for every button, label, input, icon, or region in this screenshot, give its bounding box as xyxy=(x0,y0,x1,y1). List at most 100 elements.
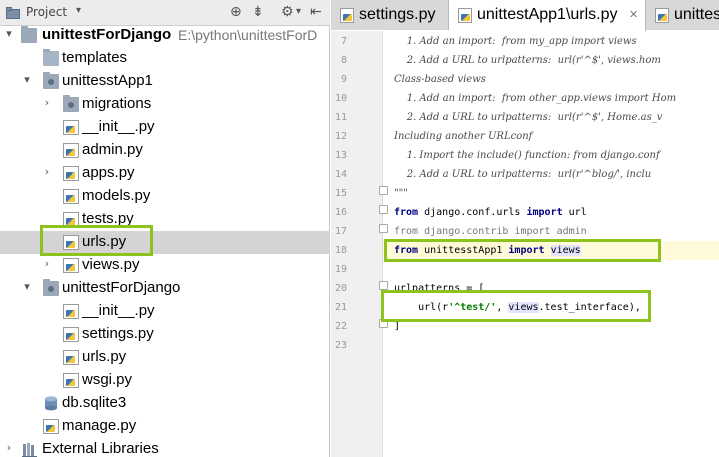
python-file-icon xyxy=(43,419,59,434)
tree-item-unittestfordjango-package[interactable]: ▾ unittestForDjango xyxy=(0,277,330,300)
collapse-all-icon[interactable]: ⇟ xyxy=(252,4,264,20)
project-panel-title[interactable]: Project xyxy=(26,5,67,19)
module-name: django.conf.urls xyxy=(418,207,527,218)
tree-item-label: unittesstApp1 xyxy=(62,72,153,89)
import-name: url xyxy=(562,207,587,218)
tree-item-label: __init__.py xyxy=(82,302,155,319)
highlight-box-url-pattern xyxy=(381,290,651,322)
chevron-down-icon[interactable]: ▾ xyxy=(21,280,33,293)
code-line-8[interactable]: 2. Add a URL to urlpatterns: url(r'^$', … xyxy=(394,51,661,70)
tree-item-views[interactable]: › views.py xyxy=(0,254,330,277)
tree-item-admin[interactable]: admin.py xyxy=(0,139,330,162)
import-name: admin xyxy=(550,226,587,237)
line-number: 12 xyxy=(334,131,347,142)
chevron-right-icon[interactable]: › xyxy=(41,96,53,109)
tab-unittestapp1-urls-py[interactable]: unittestApp1\urls.py ✕ xyxy=(449,0,646,31)
package-folder-icon xyxy=(43,279,59,296)
python-file-icon xyxy=(63,189,79,204)
tree-item-label: __init__.py xyxy=(82,118,155,135)
python-file-icon xyxy=(63,166,79,181)
tree-item-apps[interactable]: › apps.py xyxy=(0,162,330,185)
tree-item-wsgi[interactable]: wsgi.py xyxy=(0,369,330,392)
chevron-right-icon[interactable]: › xyxy=(41,257,53,270)
keyword: from xyxy=(394,207,419,218)
tree-item-label: migrations xyxy=(82,95,152,112)
code-line-12[interactable]: Including another URLconf xyxy=(394,127,532,146)
line-number: 9 xyxy=(340,74,347,85)
tree-item-settings[interactable]: settings.py xyxy=(0,323,330,346)
python-file-icon xyxy=(63,350,79,365)
tree-item-templates[interactable]: templates xyxy=(0,47,330,70)
database-icon xyxy=(45,396,57,411)
fold-marker-icon[interactable] xyxy=(379,281,388,290)
keyword: from xyxy=(394,226,419,237)
line-number: 19 xyxy=(334,264,347,275)
code-line-7[interactable]: 1. Add an import: from my_app import vie… xyxy=(394,32,637,51)
python-file-icon xyxy=(63,258,79,273)
line-number: 18 xyxy=(334,245,347,256)
keyword: import xyxy=(526,207,563,218)
line-number: 11 xyxy=(334,112,347,123)
code-line-14[interactable]: 2. Add a URL to urlpatterns: url(r'^blog… xyxy=(394,165,652,184)
tab-unittest[interactable]: unittest xyxy=(646,0,719,30)
tree-item-label: urls.py xyxy=(82,348,127,365)
python-file-icon xyxy=(63,327,79,342)
line-number: 23 xyxy=(334,340,347,351)
tree-item-models[interactable]: models.py xyxy=(0,185,330,208)
settings-dropdown-icon[interactable]: ▾ xyxy=(296,4,301,20)
fold-marker-icon[interactable] xyxy=(379,186,388,195)
tree-item-db-sqlite3[interactable]: db.sqlite3 xyxy=(0,392,330,415)
close-tab-icon[interactable]: ✕ xyxy=(629,8,638,21)
python-file-icon xyxy=(63,120,79,135)
editor-tab-bar: settings.py unittestApp1\urls.py ✕ unitt… xyxy=(331,0,719,31)
line-number: 7 xyxy=(340,36,347,47)
fold-marker-icon[interactable] xyxy=(379,205,388,214)
tab-label: unittest xyxy=(674,6,719,23)
python-file-icon xyxy=(63,143,79,158)
chevron-right-icon[interactable]: › xyxy=(41,165,53,178)
view-dropdown-icon[interactable]: ▾ xyxy=(76,5,81,16)
chevron-right-icon[interactable]: › xyxy=(3,441,15,454)
tree-item-label: unittestForDjango xyxy=(42,26,172,43)
tree-item-project-urls[interactable]: urls.py xyxy=(0,346,330,369)
tree-item-manage[interactable]: manage.py xyxy=(0,415,330,438)
keyword: import xyxy=(514,226,551,237)
tree-item-project-root[interactable]: ▾ unittestForDjango E:\python\unittestFo… xyxy=(0,24,330,47)
target-icon[interactable]: ⊕ xyxy=(230,4,242,20)
tree-item-label: templates xyxy=(62,49,128,66)
line-number: 16 xyxy=(334,207,347,218)
tree-item-unittesstapp1[interactable]: ▾ unittesstApp1 xyxy=(0,70,330,93)
project-panel-header: Project ▾ ⊕ ⇟ ⚙ ▾ ⇤ xyxy=(0,0,330,26)
code-line-15[interactable]: """ xyxy=(394,184,408,203)
tree-item-external-libraries[interactable]: › External Libraries xyxy=(0,438,330,457)
hide-panel-icon[interactable]: ⇤ xyxy=(310,4,322,20)
tree-item-app-init[interactable]: __init__.py xyxy=(0,116,330,139)
tree-item-label: wsgi.py xyxy=(82,371,133,388)
tree-item-project-init[interactable]: __init__.py xyxy=(0,300,330,323)
code-line-16[interactable]: from django.conf.urls import url xyxy=(394,203,587,222)
tree-item-label: settings.py xyxy=(82,325,154,342)
highlight-box-urls xyxy=(40,225,153,256)
code-line-10[interactable]: 1. Add an import: from other_app.views i… xyxy=(394,89,676,108)
code-line-13[interactable]: 1. Import the include() function: from d… xyxy=(394,146,660,165)
code-line-9[interactable]: Class-based views xyxy=(394,70,486,89)
code-line-11[interactable]: 2. Add a URL to urlpatterns: url(r'^$', … xyxy=(394,108,663,127)
chevron-down-icon[interactable]: ▾ xyxy=(21,73,33,86)
python-file-icon xyxy=(63,304,79,319)
chevron-down-icon[interactable]: ▾ xyxy=(3,27,15,40)
fold-marker-icon[interactable] xyxy=(379,224,388,233)
python-file-icon xyxy=(655,8,669,23)
line-number: 21 xyxy=(334,302,347,313)
python-file-icon xyxy=(458,8,472,23)
tree-item-label: manage.py xyxy=(62,417,137,434)
python-file-icon xyxy=(340,8,354,23)
module-name: django.contrib xyxy=(418,226,515,237)
tab-settings-py[interactable]: settings.py xyxy=(331,0,449,30)
project-icon xyxy=(6,7,20,19)
tree-item-label: apps.py xyxy=(82,164,135,181)
line-number: 8 xyxy=(340,55,347,66)
settings-icon[interactable]: ⚙ xyxy=(281,4,294,20)
tree-item-label: External Libraries xyxy=(42,440,159,457)
tree-item-label: admin.py xyxy=(82,141,143,158)
tree-item-migrations[interactable]: › migrations xyxy=(0,93,330,116)
